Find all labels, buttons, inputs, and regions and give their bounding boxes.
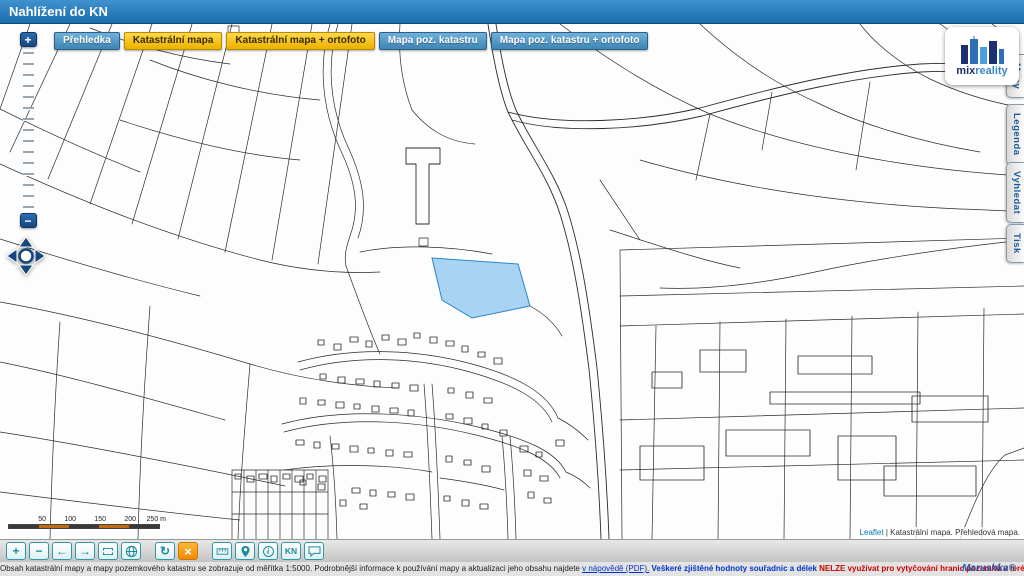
brand-text: mixreality	[956, 66, 1007, 77]
pan-control[interactable]	[6, 236, 46, 281]
info-icon: i	[263, 546, 274, 557]
attribution-text: | Katastrální mapa. Přehledová mapa.	[886, 528, 1020, 537]
tab-prehledka[interactable]: Přehledka	[54, 32, 120, 50]
overview-button[interactable]	[121, 542, 141, 560]
tab-mapa-poz-ortofoto[interactable]: Mapa poz. katastru + ortofoto	[491, 32, 649, 50]
zoom-ticks[interactable]	[23, 47, 34, 213]
map-attribution: Leaflet | Katastrální mapa. Přehledová m…	[856, 527, 1024, 539]
leaflet-link[interactable]: Leaflet	[860, 528, 884, 537]
selected-parcel[interactable]	[432, 258, 530, 318]
marushka-logo: Marushka®	[962, 562, 1016, 575]
zoom-rect-button[interactable]	[98, 542, 118, 560]
close-button[interactable]: ×	[178, 542, 198, 560]
ruler-icon	[216, 547, 229, 556]
help-pdf-link[interactable]: v nápovědě (PDF).	[582, 564, 649, 573]
speech-bubble-icon	[308, 546, 321, 557]
tab-katastralni-mapa[interactable]: Katastrální mapa	[124, 32, 223, 50]
scale-segments	[8, 524, 160, 529]
zoom-in-tool-button[interactable]: +	[6, 542, 26, 560]
pan-left-arrow[interactable]	[7, 249, 17, 263]
tab-katastralni-ortofoto[interactable]: Katastrální mapa + ortofoto	[226, 32, 374, 50]
back-button[interactable]: ←	[52, 542, 72, 560]
pan-up-arrow[interactable]	[19, 237, 33, 247]
measure-button[interactable]	[212, 542, 232, 560]
city-skyline-icon	[959, 36, 1005, 64]
map-viewport[interactable]: Přehledka Katastrální mapa Katastrální m…	[0, 24, 1024, 539]
zoom-slider[interactable]: + −	[18, 32, 38, 228]
comment-button[interactable]	[304, 542, 324, 560]
map-toolbar: + − ← → ↻ × i KN	[0, 539, 1024, 562]
app-window: Nahlížení do KN	[0, 0, 1024, 576]
pan-center[interactable]	[20, 250, 33, 263]
status-bar: Obsah katastrální mapy a mapy pozemkovéh…	[0, 562, 1024, 576]
selection-rect-icon	[103, 548, 113, 555]
forward-button[interactable]: →	[75, 542, 95, 560]
pan-down-arrow[interactable]	[19, 265, 33, 275]
globe-icon	[125, 545, 138, 558]
map-canvas[interactable]	[0, 24, 1024, 539]
pan-right-arrow[interactable]	[35, 249, 45, 263]
mixreality-logo[interactable]: mixreality	[945, 27, 1019, 85]
refresh-button[interactable]: ↻	[155, 542, 175, 560]
warning-text-blue: Veškeré zjištěné hodnoty souřadnic a dél…	[652, 564, 817, 573]
page-title: Nahlížení do KN	[0, 0, 1024, 24]
pin-icon	[240, 545, 251, 558]
scale-bar: 50100150200250 m	[8, 516, 160, 529]
info-button[interactable]: i	[258, 542, 278, 560]
kn-button[interactable]: KN	[281, 542, 301, 560]
marker-button[interactable]	[235, 542, 255, 560]
scale-labels: 50100150200250 m	[16, 516, 168, 523]
zoom-out-button[interactable]: −	[20, 213, 37, 228]
sidebar-tab-vyhledat[interactable]: Vyhledat	[1006, 162, 1024, 223]
tab-mapa-poz-katastru[interactable]: Mapa poz. katastru	[379, 32, 487, 50]
sidebar-tab-tisk[interactable]: Tisk	[1006, 224, 1024, 263]
layer-tabs: Přehledka Katastrální mapa Katastrální m…	[54, 32, 648, 50]
sidebar-tab-legenda[interactable]: Legenda	[1006, 104, 1024, 165]
zoom-in-button[interactable]: +	[20, 32, 37, 47]
status-text: Obsah katastrální mapy a mapy pozemkovéh…	[0, 564, 580, 573]
zoom-out-tool-button[interactable]: −	[29, 542, 49, 560]
